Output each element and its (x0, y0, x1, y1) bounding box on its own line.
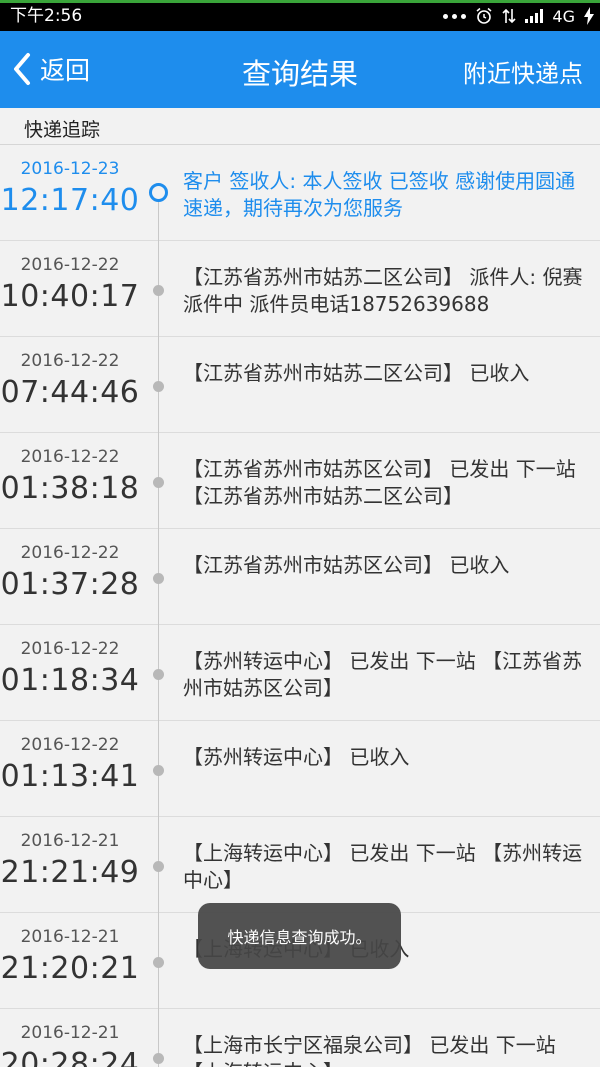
timeline-node-icon (153, 669, 164, 680)
tracking-date: 2016-12-21 (20, 1023, 120, 1043)
tracking-time: 01:18:34 (0, 663, 140, 698)
timeline-node-icon (153, 765, 164, 776)
tracking-date: 2016-12-22 (20, 255, 120, 275)
tracking-message: 【苏州转运中心】 已收入 (183, 745, 410, 769)
tracking-message: 【江苏省苏州市姑苏区公司】 已发出 下一站 【江苏省苏州市姑苏二区公司】 (183, 457, 576, 508)
nearby-points-button[interactable]: 附近快递点 (463, 54, 583, 89)
tracking-time: 21:21:49 (0, 855, 140, 890)
tracking-date: 2016-12-21 (20, 831, 120, 851)
status-icons: 4G (443, 5, 594, 27)
tracking-row: 2016-12-22 10:40:17 【江苏省苏州市姑苏二区公司】 派件人: 倪赛… (0, 241, 600, 337)
tracking-date: 2016-12-22 (20, 447, 120, 467)
tracking-row: 2016-12-22 01:38:18 【江苏省苏州市姑苏区公司】 已发出 下一站 … (0, 433, 600, 529)
tracking-date: 2016-12-22 (20, 543, 120, 563)
data-transfer-icon (502, 8, 516, 24)
tracking-message: 【上海市长宁区福泉公司】 已发出 下一站 【上海转运中心】 (183, 1033, 556, 1067)
app-header: 返回 查询结果 附近快递点 (0, 31, 600, 108)
tracking-row: 2016-12-21 21:21:49 【上海转运中心】 已发出 下一站 【苏州转运… (0, 817, 600, 913)
timeline-node-icon (153, 957, 164, 968)
timeline-node-icon (153, 285, 164, 296)
tracking-message: 客户 签收人: 本人签收 已签收 感谢使用圆通速递，期待再次为您服务 (183, 169, 576, 220)
tracking-time: 01:37:28 (0, 567, 140, 602)
tracking-message: 【苏州转运中心】 已发出 下一站 【江苏省苏州市姑苏区公司】 (183, 649, 583, 700)
tracking-row: 2016-12-22 07:44:46 【江苏省苏州市姑苏二区公司】 已收入 (0, 337, 600, 433)
section-title: 快递追踪 (24, 119, 101, 141)
tracking-row: 2016-12-22 01:18:34 【苏州转运中心】 已发出 下一站 【江苏省苏… (0, 625, 600, 721)
tracking-date: 2016-12-23 (20, 159, 120, 179)
tracking-date: 2016-12-22 (20, 735, 120, 755)
tracking-row: 2016-12-22 01:37:28 【江苏省苏州市姑苏区公司】 已收入 (0, 529, 600, 625)
section-header: 快递追踪 (0, 108, 600, 145)
chevron-left-icon (14, 53, 30, 85)
charging-bolt-icon (584, 7, 594, 25)
timeline-node-icon (153, 381, 164, 392)
network-type-label: 4G (552, 6, 575, 26)
tracking-date: 2016-12-22 (20, 639, 120, 659)
tracking-time: 01:38:18 (0, 471, 140, 506)
signal-strength-icon (525, 9, 544, 23)
toast-message: 快递信息查询成功。 (198, 903, 401, 969)
timeline-node-icon (153, 861, 164, 872)
tracking-time: 07:44:46 (0, 375, 140, 410)
tracking-row: 2016-12-23 12:17:40 客户 签收人: 本人签收 已签收 感谢使用圆… (0, 145, 600, 241)
back-label: 返回 (40, 56, 91, 85)
tracking-time: 21:20:21 (0, 951, 140, 986)
timeline-node-icon (153, 573, 164, 584)
tracking-message: 【上海转运中心】 已发出 下一站 【苏州转运中心】 (183, 841, 583, 892)
tracking-time: 10:40:17 (0, 279, 140, 314)
tracking-time: 20:28:24 (0, 1047, 140, 1067)
tracking-time: 12:17:40 (0, 183, 140, 218)
tracking-message: 【江苏省苏州市姑苏二区公司】 派件人: 倪赛 派件中 派件员电话18752639… (183, 265, 583, 316)
timeline-current-node-icon (149, 183, 168, 202)
more-notifications-icon (443, 13, 467, 19)
tracking-message: 【江苏省苏州市姑苏二区公司】 已收入 (183, 361, 530, 385)
timeline-node-icon (153, 1053, 164, 1064)
tracking-row: 2016-12-21 20:28:24 【上海市长宁区福泉公司】 已发出 下一站 【… (0, 1009, 600, 1067)
status-bar: 下午2:56 4G (0, 0, 600, 31)
tracking-message: 【江苏省苏州市姑苏区公司】 已收入 (183, 553, 510, 577)
status-time: 下午2:56 (10, 6, 83, 26)
timeline-node-icon (153, 477, 164, 488)
tracking-row: 2016-12-22 01:13:41 【苏州转运中心】 已收入 (0, 721, 600, 817)
tracking-date: 2016-12-21 (20, 927, 120, 947)
tracking-date: 2016-12-22 (20, 351, 120, 371)
alarm-clock-icon (476, 7, 492, 24)
status-bar-accent-line (0, 0, 600, 3)
back-button[interactable]: 返回 (12, 49, 90, 89)
tracking-time: 01:13:41 (0, 759, 140, 794)
